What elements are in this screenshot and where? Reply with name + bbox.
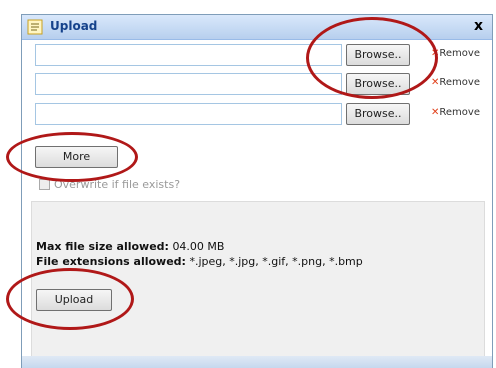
browse-button[interactable]: Browse.. bbox=[346, 103, 410, 125]
file-path-input[interactable] bbox=[35, 103, 342, 125]
extensions-label: File extensions allowed: bbox=[36, 255, 186, 268]
remove-link[interactable]: ✕Remove bbox=[431, 77, 480, 88]
remove-label: Remove bbox=[439, 48, 480, 59]
max-size-label: Max file size allowed: bbox=[36, 240, 169, 253]
extensions-value: *.jpeg, *.jpg, *.gif, *.png, *.bmp bbox=[189, 255, 363, 268]
upload-dialog: Upload x Browse.. ✕Remove Browse.. ✕Remo… bbox=[21, 14, 493, 368]
file-path-input[interactable] bbox=[35, 44, 342, 66]
upload-dialog-icon bbox=[27, 19, 43, 35]
more-button[interactable]: More bbox=[35, 146, 118, 168]
dialog-titlebar: Upload x bbox=[22, 15, 492, 40]
dialog-title: Upload bbox=[50, 19, 98, 33]
remove-link[interactable]: ✕Remove bbox=[431, 48, 480, 59]
overwrite-option: Overwrite if file exists? bbox=[39, 178, 180, 191]
upload-button[interactable]: Upload bbox=[36, 289, 112, 311]
max-size-line: Max file size allowed: 04.00 MB bbox=[36, 240, 224, 253]
remove-label: Remove bbox=[439, 77, 480, 88]
remove-link[interactable]: ✕Remove bbox=[431, 107, 480, 118]
remove-label: Remove bbox=[439, 107, 480, 118]
file-path-input[interactable] bbox=[35, 73, 342, 95]
extensions-line: File extensions allowed: *.jpeg, *.jpg, … bbox=[36, 255, 363, 268]
browse-button[interactable]: Browse.. bbox=[346, 73, 410, 95]
overwrite-label: Overwrite if file exists? bbox=[54, 178, 181, 191]
max-size-value: 04.00 MB bbox=[172, 240, 225, 253]
browse-button[interactable]: Browse.. bbox=[346, 44, 410, 66]
upload-info-panel: Max file size allowed: 04.00 MB File ext… bbox=[31, 201, 485, 357]
dialog-footer bbox=[22, 356, 492, 368]
overwrite-checkbox[interactable] bbox=[39, 179, 50, 190]
close-button[interactable]: x bbox=[474, 18, 483, 34]
